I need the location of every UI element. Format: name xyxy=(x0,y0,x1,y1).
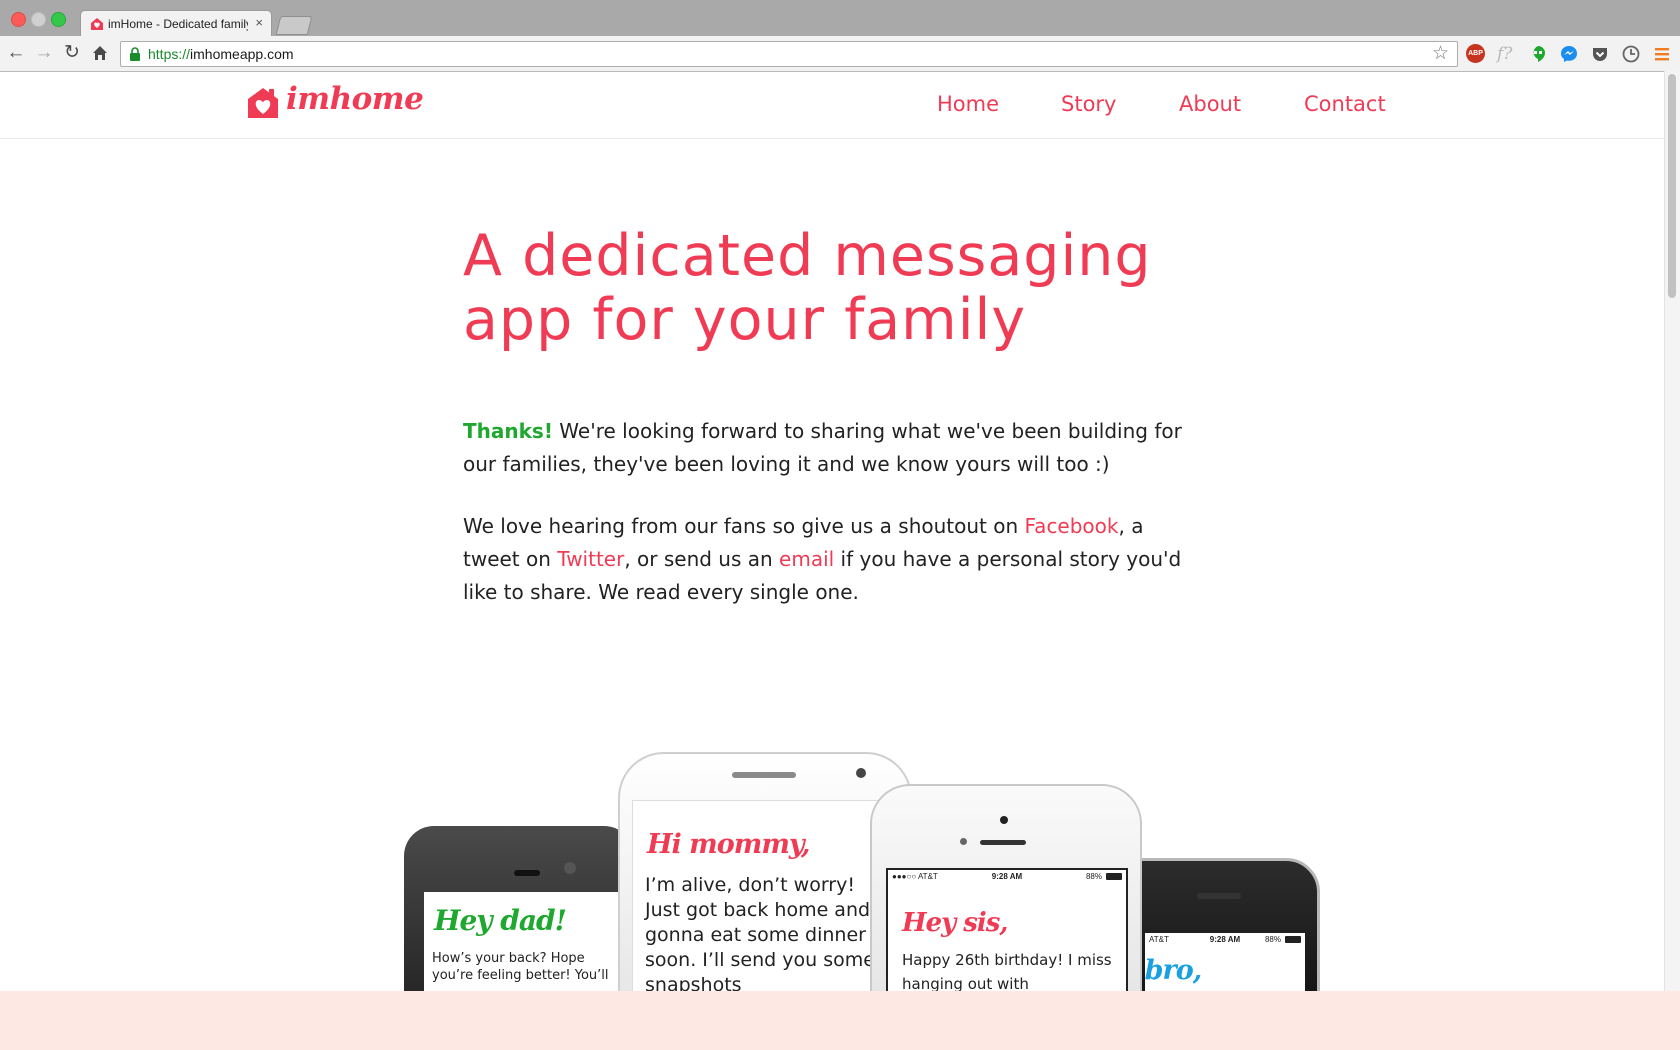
lock-icon xyxy=(130,47,140,61)
twitter-link[interactable]: Twitter xyxy=(557,547,624,571)
phone-status-bar: ●●●○○ AT&T 9:28 AM 88% xyxy=(888,870,1126,884)
scrollbar-thumb[interactable] xyxy=(1668,74,1676,298)
mommy-greeting: Hi mommy, xyxy=(647,829,810,860)
messenger-extension-icon[interactable] xyxy=(1559,44,1579,64)
nav-about-link[interactable]: About xyxy=(1179,92,1241,116)
url-text: https://imhomeapp.com xyxy=(148,46,294,62)
clock-extension-icon[interactable] xyxy=(1621,44,1641,64)
phone-camera xyxy=(1000,816,1008,824)
status-time: 9:28 AM xyxy=(991,872,1023,881)
phone-sensor xyxy=(960,838,967,845)
phone-screen: Hi mommy, I’m alive, don’t worry! Just g… xyxy=(632,800,888,992)
shoutout-paragraph: We love hearing from our fans so give us… xyxy=(463,510,1203,609)
site-header: imhome Home Story About Contact xyxy=(0,72,1665,139)
status-battery: 88% xyxy=(1264,935,1281,944)
phone-screen: ●●●○○ AT&T 9:28 AM 88% Hey sis, Happy 26… xyxy=(886,868,1128,992)
web-page: imhome Home Story About Contact A dedica… xyxy=(0,72,1665,992)
status-time: 9:28 AM xyxy=(1209,935,1241,944)
pocket-extension-icon[interactable] xyxy=(1590,44,1610,64)
back-arrow-icon[interactable]: ← xyxy=(4,42,28,64)
phone-speaker xyxy=(1197,893,1241,899)
dad-message: How’s your back? Hope you’re feeling bet… xyxy=(432,951,609,983)
window-close-button[interactable] xyxy=(11,12,26,27)
phones-illustration: Hey dad! How’s your back? Hope you’re fe… xyxy=(404,744,1320,992)
sis-greeting: Hey sis, xyxy=(902,908,1008,938)
status-carrier: ●●●○○ AT&T xyxy=(892,872,938,881)
thanks-text: We're looking forward to sharing what we… xyxy=(463,419,1182,476)
status-carrier: AT&T xyxy=(1149,935,1169,944)
browser-toolbar: ← → ↻ https://imhomeapp.com ☆ ABP f? xyxy=(0,36,1680,72)
phone-camera xyxy=(564,862,576,874)
sis-message: Happy 26th birthday! I miss hanging out … xyxy=(902,951,1112,992)
browser-titlebar: imHome - Dedicated family × xyxy=(0,0,1680,37)
status-battery: 88% xyxy=(1085,872,1102,881)
shoutout-text-1: We love hearing from our fans so give us… xyxy=(463,514,1025,538)
thanks-paragraph: Thanks! We're looking forward to sharing… xyxy=(463,415,1203,481)
imhome-logo-text[interactable]: imhome xyxy=(286,81,424,117)
new-tab-button[interactable] xyxy=(275,16,313,35)
hero-headline: A dedicated messaging app for your famil… xyxy=(463,223,1152,353)
tab-close-icon[interactable]: × xyxy=(255,15,263,30)
nav-contact-link[interactable]: Contact xyxy=(1304,92,1386,116)
adblock-extension-icon[interactable]: ABP xyxy=(1466,44,1485,63)
imhome-favicon-icon xyxy=(91,18,103,30)
battery-icon xyxy=(1285,936,1301,943)
phone-dark-android: Hey dad! How’s your back? Hope you’re fe… xyxy=(404,826,634,992)
phone-camera xyxy=(856,768,866,778)
nav-home-link[interactable]: Home xyxy=(937,92,999,116)
facebook-link[interactable]: Facebook xyxy=(1025,514,1119,538)
mommy-message: I’m alive, don’t worry! Just got back ho… xyxy=(645,874,875,992)
phone-screen: Hey dad! How’s your back? Hope you’re fe… xyxy=(424,892,624,992)
window-minimize-button[interactable] xyxy=(31,12,46,27)
forward-arrow-icon[interactable]: → xyxy=(32,42,56,64)
email-link[interactable]: email xyxy=(779,547,834,571)
address-bar[interactable]: https://imhomeapp.com ☆ xyxy=(120,41,1458,67)
page-scrollbar[interactable] xyxy=(1664,71,1680,992)
font-extension-icon[interactable]: f? xyxy=(1497,44,1517,64)
shoutout-text-3: , or send us an xyxy=(624,547,780,571)
home-icon[interactable] xyxy=(88,42,112,64)
footer-band xyxy=(0,991,1680,1050)
nav-story-link[interactable]: Story xyxy=(1061,92,1116,116)
phone-speaker xyxy=(514,870,540,876)
tab-title: imHome - Dedicated family xyxy=(108,17,248,31)
phone-status-bar: AT&T 9:28 AM 88% xyxy=(1145,933,1305,947)
battery-icon xyxy=(1106,873,1122,880)
imhome-logo-icon[interactable] xyxy=(246,86,280,120)
window-maximize-button[interactable] xyxy=(51,12,66,27)
phone-speaker xyxy=(980,840,1026,845)
phone-screen: AT&T 9:28 AM 88% l bro, xyxy=(1127,933,1305,992)
reload-icon[interactable]: ↻ xyxy=(60,42,84,64)
phone-white-iphone: ●●●○○ AT&T 9:28 AM 88% Hey sis, Happy 26… xyxy=(870,784,1142,992)
thanks-label: Thanks! xyxy=(463,419,553,443)
bookmark-star-icon[interactable]: ☆ xyxy=(1432,42,1449,65)
phone-speaker xyxy=(732,772,796,778)
hangouts-extension-icon[interactable] xyxy=(1528,44,1548,64)
browser-tab[interactable]: imHome - Dedicated family × xyxy=(80,10,272,37)
dad-greeting: Hey dad! xyxy=(434,904,567,937)
browser-menu-icon[interactable] xyxy=(1652,44,1672,64)
phone-white-android: Hi mommy, I’m alive, don’t worry! Just g… xyxy=(618,752,912,992)
